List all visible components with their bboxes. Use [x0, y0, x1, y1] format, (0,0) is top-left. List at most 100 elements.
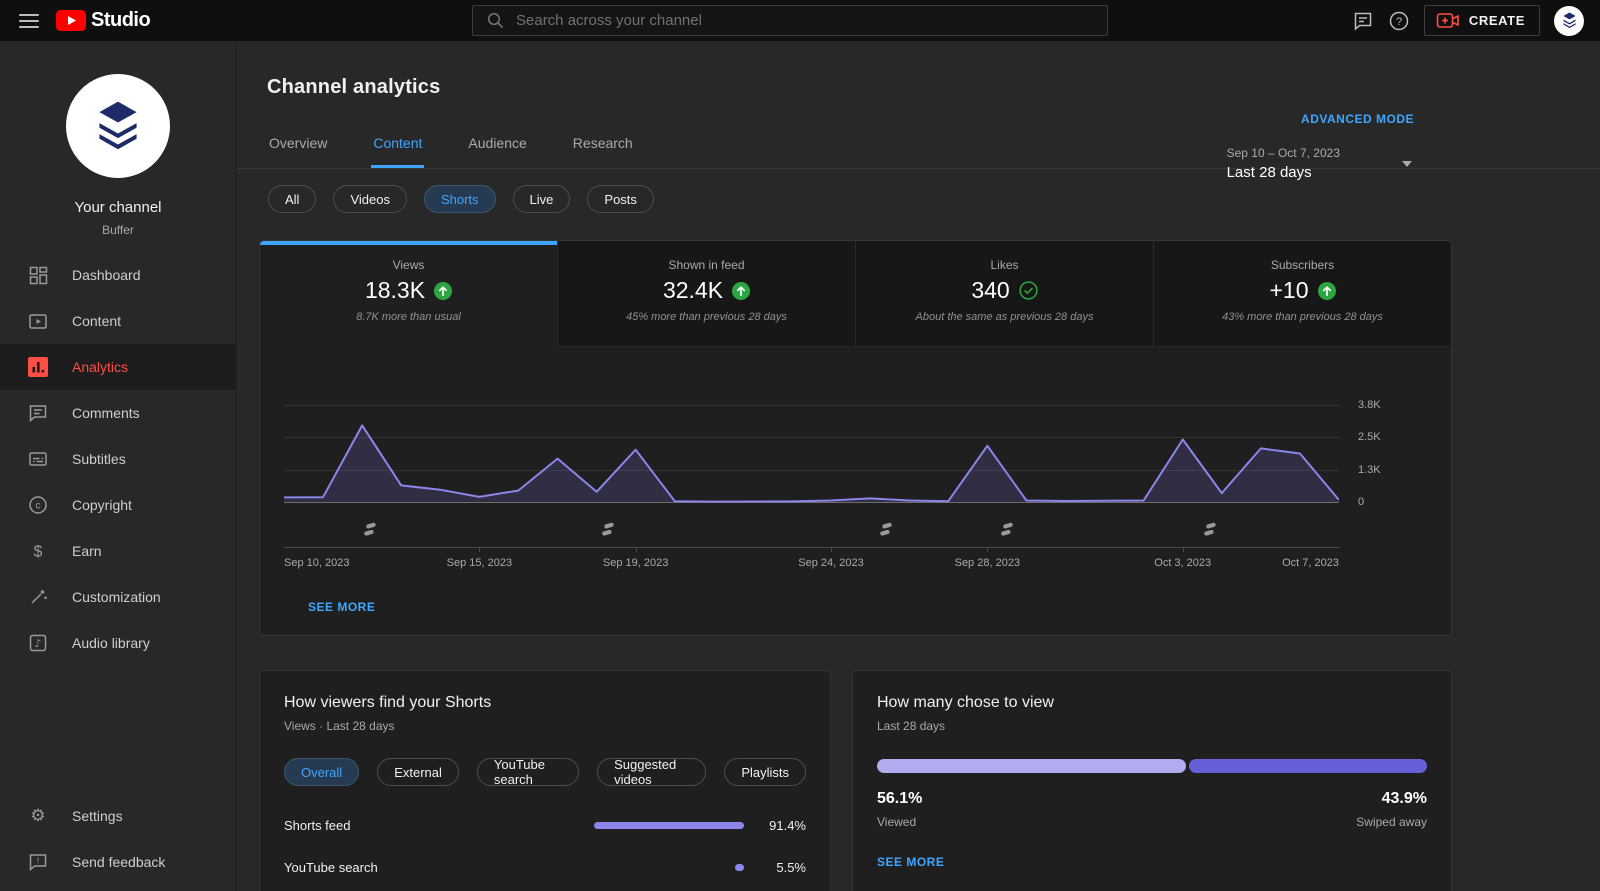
channel-avatar[interactable] [66, 74, 170, 178]
x-axis-tick [479, 547, 481, 552]
chart-see-more-link[interactable]: SEE MORE [308, 600, 375, 614]
x-axis-tick-label: Oct 3, 2023 [1154, 557, 1212, 569]
create-button[interactable]: CREATE [1423, 5, 1540, 36]
chip-external[interactable]: External [377, 758, 459, 786]
metric-tab-likes[interactable]: Likes 340 About the same as previous 28 … [855, 241, 1153, 347]
chip-playlists[interactable]: Playlists [724, 758, 806, 786]
shorts-marker-icon [879, 522, 893, 537]
traffic-row-youtube-search[interactable]: YouTube search 5.5% [284, 860, 806, 875]
sidebar-item-dashboard[interactable]: Dashboard [0, 252, 236, 298]
tab-research[interactable]: Research [571, 123, 635, 168]
shorts-marker-icon [1203, 522, 1217, 537]
channel-handle: Buffer [102, 223, 134, 237]
filter-live[interactable]: Live [512, 185, 571, 213]
sidebar-item-comments[interactable]: Comments [0, 390, 236, 436]
feedback-icon[interactable] [1352, 10, 1374, 32]
sidebar-item-settings[interactable]: ⚙ Settings [0, 793, 236, 839]
tab-content[interactable]: Content [371, 123, 425, 168]
subtitles-icon [27, 449, 49, 469]
x-axis-tick-label: Sep 15, 2023 [446, 557, 513, 569]
sidebar: Your channel Buffer Dashboard Content An… [0, 41, 237, 891]
filter-posts[interactable]: Posts [587, 185, 654, 213]
help-icon[interactable]: ? [1388, 10, 1410, 32]
y-axis-tick-label: 3.8K [1358, 399, 1381, 411]
channel-name: Your channel [74, 199, 162, 216]
viewed-stat: 56.1% Viewed [877, 790, 923, 829]
chart-plot[interactable] [284, 391, 1339, 516]
sidebar-item-label: Copyright [72, 497, 132, 513]
svg-text:c: c [36, 501, 41, 512]
search-input[interactable] [516, 12, 1107, 29]
date-range-picker[interactable]: Sep 10 – Oct 7, 2023 Last 28 days [1227, 146, 1412, 181]
card-title: How viewers find your Shorts [284, 694, 492, 711]
tab-audience[interactable]: Audience [466, 123, 528, 168]
x-axis-tick [831, 547, 833, 552]
sidebar-item-send-feedback[interactable]: ! Send feedback [0, 839, 236, 885]
svg-text:$: $ [34, 544, 43, 561]
filter-all[interactable]: All [268, 185, 317, 213]
x-axis-tick-label: Sep 19, 2023 [602, 557, 669, 569]
sidebar-item-label: Settings [72, 808, 123, 824]
search-bar[interactable] [472, 5, 1108, 36]
sidebar-item-analytics[interactable]: Analytics [0, 344, 236, 390]
trend-up-icon [434, 281, 453, 300]
customization-icon [27, 587, 49, 607]
sidebar-item-label: Send feedback [72, 854, 166, 870]
tab-overview[interactable]: Overview [267, 123, 329, 168]
advanced-mode-link[interactable]: ADVANCED MODE [1301, 112, 1414, 126]
create-video-icon [1436, 12, 1460, 29]
sidebar-item-label: Analytics [72, 359, 129, 375]
chip-overall[interactable]: Overall [284, 758, 360, 786]
copyright-icon: c [27, 495, 49, 515]
x-axis-tick [987, 547, 989, 552]
analytics-icon [27, 357, 49, 377]
chart-markers [284, 516, 1339, 547]
how-viewers-find-card: How viewers find your Shorts Views · Las… [259, 670, 831, 891]
content-icon [27, 311, 49, 331]
logo-text: Studio [91, 9, 151, 31]
chip-suggested-videos[interactable]: Suggested videos [597, 757, 707, 787]
traffic-bar [735, 864, 744, 871]
filter-shorts[interactable]: Shorts [423, 185, 496, 213]
sidebar-footer: ⚙ Settings ! Send feedback [0, 793, 236, 885]
traffic-bar [594, 822, 744, 829]
menu-icon[interactable] [19, 10, 39, 32]
view-card-see-more-link[interactable]: SEE MORE [877, 855, 944, 869]
sidebar-item-content[interactable]: Content [0, 298, 236, 344]
trend-up-icon [732, 281, 751, 300]
date-range-text: Sep 10 – Oct 7, 2023 [1226, 146, 1340, 160]
chip-youtube-search[interactable]: YouTube search [476, 757, 580, 787]
swiped-stat: 43.9% Swiped away [1356, 790, 1427, 829]
x-axis-tick-label: Sep 24, 2023 [798, 557, 864, 569]
views-line-chart: Sep 10, 2023 Sep 15, 2023 Sep 19, 2023 Sep … [260, 347, 1451, 635]
settings-gear-icon: ⚙ [30, 806, 46, 826]
sidebar-item-customization[interactable]: Customization [0, 574, 236, 620]
sidebar-item-label: Dashboard [72, 267, 141, 283]
account-avatar[interactable] [1554, 5, 1584, 36]
filter-videos[interactable]: Videos [333, 185, 407, 213]
topbar: Studio ? CREATE [0, 0, 1600, 41]
sidebar-item-copyright[interactable]: c Copyright [0, 482, 236, 528]
chart-y-labels: 3.8K 2.5K 1.3K 0 [1339, 391, 1451, 573]
search-icon [487, 12, 504, 29]
traffic-row-shorts-feed[interactable]: Shorts feed 91.4% [284, 818, 806, 833]
audio-library-icon: ♪ [27, 633, 49, 653]
youtube-play-icon [56, 10, 86, 31]
sidebar-item-label: Comments [72, 405, 140, 421]
traffic-source-chips: Overall External YouTube search Suggeste… [284, 757, 806, 787]
shorts-marker-icon [601, 522, 615, 537]
x-axis-tick-label: Sep 10, 2023 [284, 557, 350, 569]
x-axis-tick [1182, 547, 1184, 552]
metric-tab-subscribers[interactable]: Subscribers +10 43% more than previous 2… [1153, 241, 1451, 347]
trend-up-icon [1317, 281, 1336, 300]
sidebar-item-subtitles[interactable]: Subtitles [0, 436, 236, 482]
youtube-studio-logo[interactable]: Studio [56, 9, 151, 32]
card-title: How many chose to view [877, 694, 1054, 711]
analytics-chart-card: Views 18.3K 8.7K more than usual Shown i… [259, 240, 1452, 636]
main-content: Channel analytics ADVANCED MODE Overview… [237, 41, 1600, 891]
sidebar-item-audio-library[interactable]: ♪ Audio library [0, 620, 236, 666]
chose-to-view-card: How many chose to view Last 28 days 56.1… [852, 670, 1452, 891]
metric-tab-shown-in-feed[interactable]: Shown in feed 32.4K 45% more than previo… [557, 241, 855, 347]
metric-tab-views[interactable]: Views 18.3K 8.7K more than usual [260, 241, 557, 347]
sidebar-item-earn[interactable]: $ Earn [0, 528, 236, 574]
